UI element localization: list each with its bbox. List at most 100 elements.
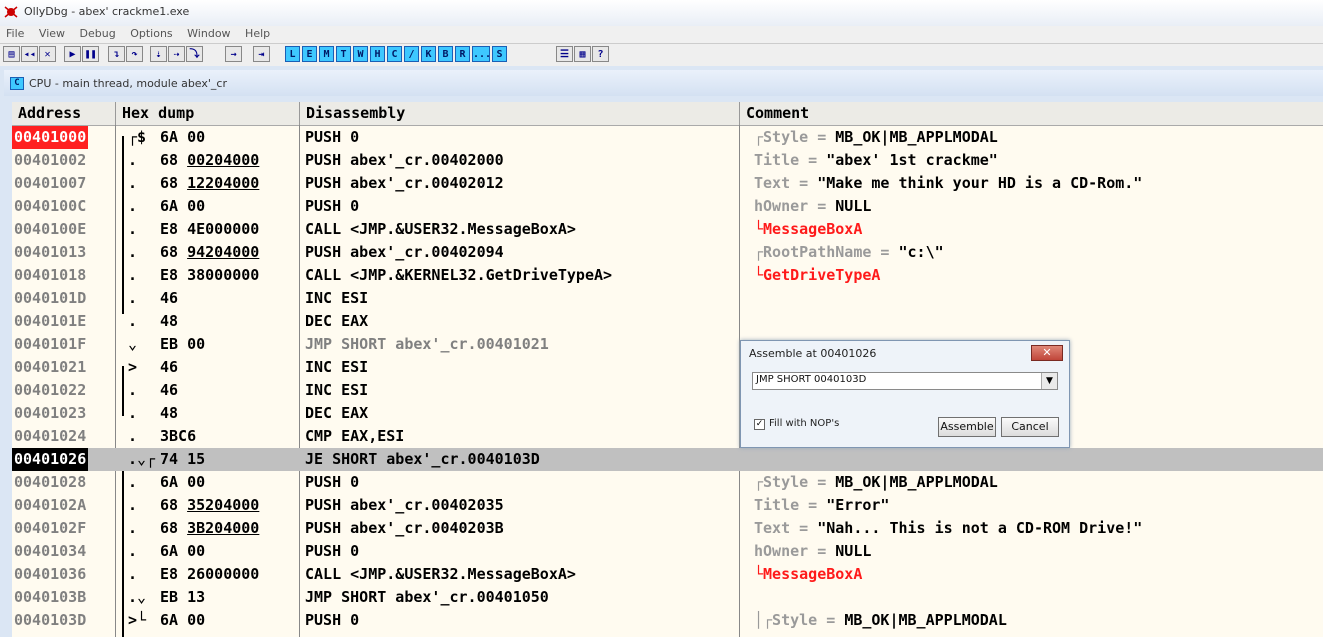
table-row[interactable]: 0040101E. 48 DEC EAX [12, 310, 1323, 333]
row-disassembly: CALL <JMP.&USER32.MessageBoxA> [305, 220, 576, 238]
breakpoints-window-button[interactable]: B [438, 46, 453, 62]
execute-till-user-code-icon[interactable]: ⇥ [253, 46, 270, 62]
comment-value: "c:\" [898, 243, 944, 261]
row-hex-opcode: E8 26000000 [160, 565, 260, 583]
table-row[interactable]: 00401002. 68 00204000 PUSH abex'_cr.004020… [12, 149, 1323, 172]
log-window-button[interactable]: L [285, 46, 300, 62]
table-row[interactable]: 00401007. 68 12204000 PUSH abex'_cr.004020… [12, 172, 1323, 195]
table-row[interactable]: 00401036. E8 26000000 CALL <JMP.&USER32.Me… [12, 563, 1323, 586]
row-comment: Text = "Nah... This is not a CD-ROM Driv… [754, 517, 1142, 540]
table-row[interactable]: 0040102A. 68 35204000 PUSH abex'_cr.004020… [12, 494, 1323, 517]
table-row[interactable]: 00401023. 48 DEC EAX [12, 402, 1323, 425]
appearance-icon[interactable]: ☰ [556, 46, 573, 62]
table-row[interactable]: 00401013. 68 94204000 PUSH abex'_cr.004020… [12, 241, 1323, 264]
row-hex-opcode: 48 [160, 404, 179, 422]
row-disassembly: JMP SHORT abex'_cr.00401021 [305, 335, 549, 353]
comment-api: └GetDriveTypeA [754, 266, 881, 284]
row-hex-fixup: 35204000 [187, 496, 260, 514]
menu-view[interactable]: View [39, 27, 65, 40]
table-row[interactable]: 00401028. 6A 00 PUSH 0 ┌Style = MB_OK|MB_AP… [12, 471, 1323, 494]
row-address: 0040101D [14, 289, 87, 307]
menu-file[interactable]: File [6, 27, 24, 40]
column-disassembly[interactable]: Disassembly [300, 102, 740, 125]
row-hex: 6A 00 [160, 609, 205, 632]
assemble-instruction-input[interactable]: JMP SHORT 0040103D ▼ [752, 372, 1058, 390]
row-hex-opcode: 68 [160, 519, 188, 537]
step-into-icon[interactable]: ↴ [108, 46, 125, 62]
menu-window[interactable]: Window [187, 27, 230, 40]
options-grid-icon[interactable]: ▦ [574, 46, 591, 62]
row-disassembly: PUSH 0 [305, 542, 360, 560]
chevron-down-icon[interactable]: ▼ [1041, 373, 1057, 389]
table-row[interactable]: 0040101F ⌄ EB 00 JMP SHORT abex'_cr.0040102… [12, 333, 1323, 356]
table-row[interactable]: 00401026 .⌄┌ 74 15 JE SHORT abex'_cr.004010… [12, 448, 1323, 471]
table-row[interactable]: 0040103D >└ 6A 00 PUSH 0 │┌Style = MB_OK|MB_… [12, 609, 1323, 632]
table-row[interactable]: 00401000 ┌$ 6A 00 PUSH 0 ┌Style = MB_OK|MB_A… [12, 126, 1323, 149]
modules-window-button[interactable]: E [302, 46, 317, 62]
menu-help[interactable]: Help [245, 27, 270, 40]
cpu-disassembly-pane[interactable]: Address Hex dump Disassembly Comment 004… [12, 102, 1323, 637]
row-jump-marker: . [128, 496, 138, 514]
row-jump-marker: . [128, 519, 138, 537]
row-disassembly: CALL <JMP.&KERNEL32.GetDriveTypeA> [305, 266, 613, 284]
windows-window-button[interactable]: W [353, 46, 368, 62]
column-address[interactable]: Address [12, 102, 116, 125]
row-hex-opcode: 74 15 [160, 450, 206, 468]
menu-options[interactable]: Options [130, 27, 172, 40]
column-header: Address Hex dump Disassembly Comment [12, 102, 1323, 126]
restart-icon[interactable]: ◂◂ [21, 46, 38, 62]
step-over-icon[interactable]: ↷ [126, 46, 143, 62]
table-row[interactable]: 00401018. E8 38000000 CALL <JMP.&KERNEL32.… [12, 264, 1323, 287]
table-row[interactable]: 0040103B .⌄ EB 13 JMP SHORT abex'_cr.004010… [12, 586, 1323, 609]
trace-into-icon[interactable]: ⇣ [150, 46, 167, 62]
comment-value: MB_OK|MB_APPLMODAL [835, 128, 998, 146]
row-hex-opcode: 68 [160, 174, 188, 192]
run-trace-window-button[interactable]: ... [472, 46, 491, 62]
row-hex-opcode: 3BC6 [160, 427, 197, 445]
row-address: 00401028 [14, 473, 87, 491]
table-row[interactable]: 0040102F. 68 3B204000 PUSH abex'_cr.004020… [12, 517, 1323, 540]
memory-window-button[interactable]: M [319, 46, 334, 62]
pause-icon[interactable]: ❚❚ [82, 46, 99, 62]
table-row[interactable]: 00401024. 3BC6 CMP EAX,ESI [12, 425, 1323, 448]
row-hex-opcode: 48 [160, 312, 179, 330]
handles-window-button[interactable]: H [370, 46, 385, 62]
row-hex: 48 [160, 310, 178, 333]
close-program-icon[interactable]: ✕ [39, 46, 56, 62]
comment-key: hOwner = [754, 542, 836, 560]
table-row[interactable]: 0040100C. 6A 00 PUSH 0 hOwner = NULL [12, 195, 1323, 218]
close-icon[interactable]: ✕ [1031, 345, 1063, 361]
execute-till-return-icon[interactable]: ⤵ [186, 46, 203, 62]
row-disassembly: INC ESI [305, 358, 369, 376]
column-hex-dump[interactable]: Hex dump [116, 102, 300, 125]
call-stack-window-button[interactable]: K [421, 46, 436, 62]
cpu-window-button[interactable]: C [387, 46, 402, 62]
comment-key: Title = [754, 496, 827, 514]
table-row[interactable]: 00401034. 6A 00 PUSH 0 hOwner = NULL [12, 540, 1323, 563]
threads-window-button[interactable]: T [336, 46, 351, 62]
patches-window-button[interactable]: / [404, 46, 419, 62]
row-hex-opcode: 68 [160, 496, 188, 514]
row-hex-opcode: 68 [160, 151, 188, 169]
row-jump-marker: . [128, 289, 138, 307]
table-row[interactable]: 00401022. 46 INC ESI [12, 379, 1323, 402]
goto-icon[interactable]: → [225, 46, 242, 62]
row-hex-opcode: 68 [160, 243, 188, 261]
column-comment[interactable]: Comment [740, 102, 1323, 125]
menu-debug[interactable]: Debug [80, 27, 116, 40]
fill-with-nops-checkbox[interactable]: ✓ [754, 419, 765, 430]
references-window-button[interactable]: R [455, 46, 470, 62]
comment-key: Text = [754, 519, 818, 537]
trace-over-icon[interactable]: ⇢ [168, 46, 185, 62]
row-hex: 46 [160, 379, 178, 402]
open-file-icon[interactable]: ▤ [3, 46, 20, 62]
source-window-button[interactable]: S [492, 46, 507, 62]
run-icon[interactable]: ▶ [64, 46, 81, 62]
fill-with-nops-label: Fill with NOP's [769, 418, 840, 429]
help-icon[interactable]: ? [592, 46, 609, 62]
table-row[interactable]: 0040100E. E8 4E000000 CALL <JMP.&USER32.Me… [12, 218, 1323, 241]
assemble-button[interactable]: Assemble [938, 417, 996, 437]
cancel-button[interactable]: Cancel [1001, 417, 1059, 437]
table-row[interactable]: 0040101D. 46 INC ESI [12, 287, 1323, 310]
table-row[interactable]: 00401021 >46 INC ESI [12, 356, 1323, 379]
